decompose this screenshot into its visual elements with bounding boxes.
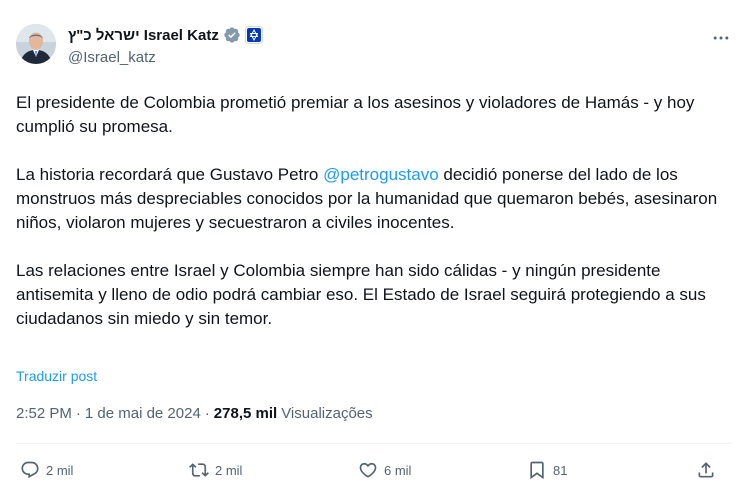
tweet-paragraph-1: El presidente de Colombia prometió premi…: [16, 93, 695, 136]
divider: [16, 443, 732, 444]
meta-separator: ·: [204, 405, 210, 422]
tweet-text: El presidente de Colombia prometió premi…: [16, 91, 732, 355]
more-icon: [713, 36, 729, 40]
heart-icon: [359, 462, 377, 478]
tweet-paragraph-3: Las relaciones entre Israel y Colombia s…: [16, 261, 706, 328]
reply-icon: [21, 461, 39, 479]
more-options-button[interactable]: [710, 27, 732, 49]
meta-separator: ·: [75, 405, 81, 422]
tweet-paragraph-2-start: La historia recordará que Gustavo Petro: [16, 165, 324, 184]
share-icon: [698, 462, 714, 478]
bookmark-count: 81: [553, 462, 568, 478]
tweet-date[interactable]: 1 de mai de 2024: [85, 405, 201, 422]
tweet-time[interactable]: 2:52 PM: [16, 405, 72, 422]
like-button[interactable]: 6 mil: [358, 456, 411, 484]
reply-count: 2 mil: [46, 462, 74, 478]
verified-badge-icon: [223, 26, 241, 44]
tweet-meta: 2:52 PM · 1 de mai de 2024 · 278,5 mil V…: [16, 405, 373, 422]
reply-button[interactable]: 2 mil: [20, 456, 73, 484]
mention-link[interactable]: @petrogustavo: [323, 165, 439, 184]
bookmark-icon: [530, 461, 544, 480]
translate-post-link[interactable]: Traduzir post: [16, 368, 97, 384]
repost-button[interactable]: 2 mil: [189, 456, 242, 484]
author-display-name[interactable]: ישראל כ"ץ Israel Katz: [68, 27, 219, 44]
tweet-paragraph-2: La historia recordará que Gustavo Petro …: [16, 163, 732, 235]
share-button[interactable]: [696, 456, 716, 484]
views-label: Visualizações: [281, 405, 373, 422]
author-handle[interactable]: @Israel_katz: [68, 49, 156, 66]
tweet-card: ישראל כ"ץ Israel Katz @Israel_katz El pr…: [0, 0, 748, 493]
author-name-row[interactable]: ישראל כ"ץ Israel Katz: [68, 26, 263, 44]
avatar[interactable]: [16, 24, 56, 64]
repost-icon: [189, 463, 209, 477]
repost-count: 2 mil: [215, 462, 243, 478]
like-count: 6 mil: [384, 462, 412, 478]
views-count: 278,5 mil: [213, 405, 278, 422]
government-affiliation-icon[interactable]: [244, 26, 263, 44]
bookmark-button[interactable]: 81: [527, 456, 567, 484]
